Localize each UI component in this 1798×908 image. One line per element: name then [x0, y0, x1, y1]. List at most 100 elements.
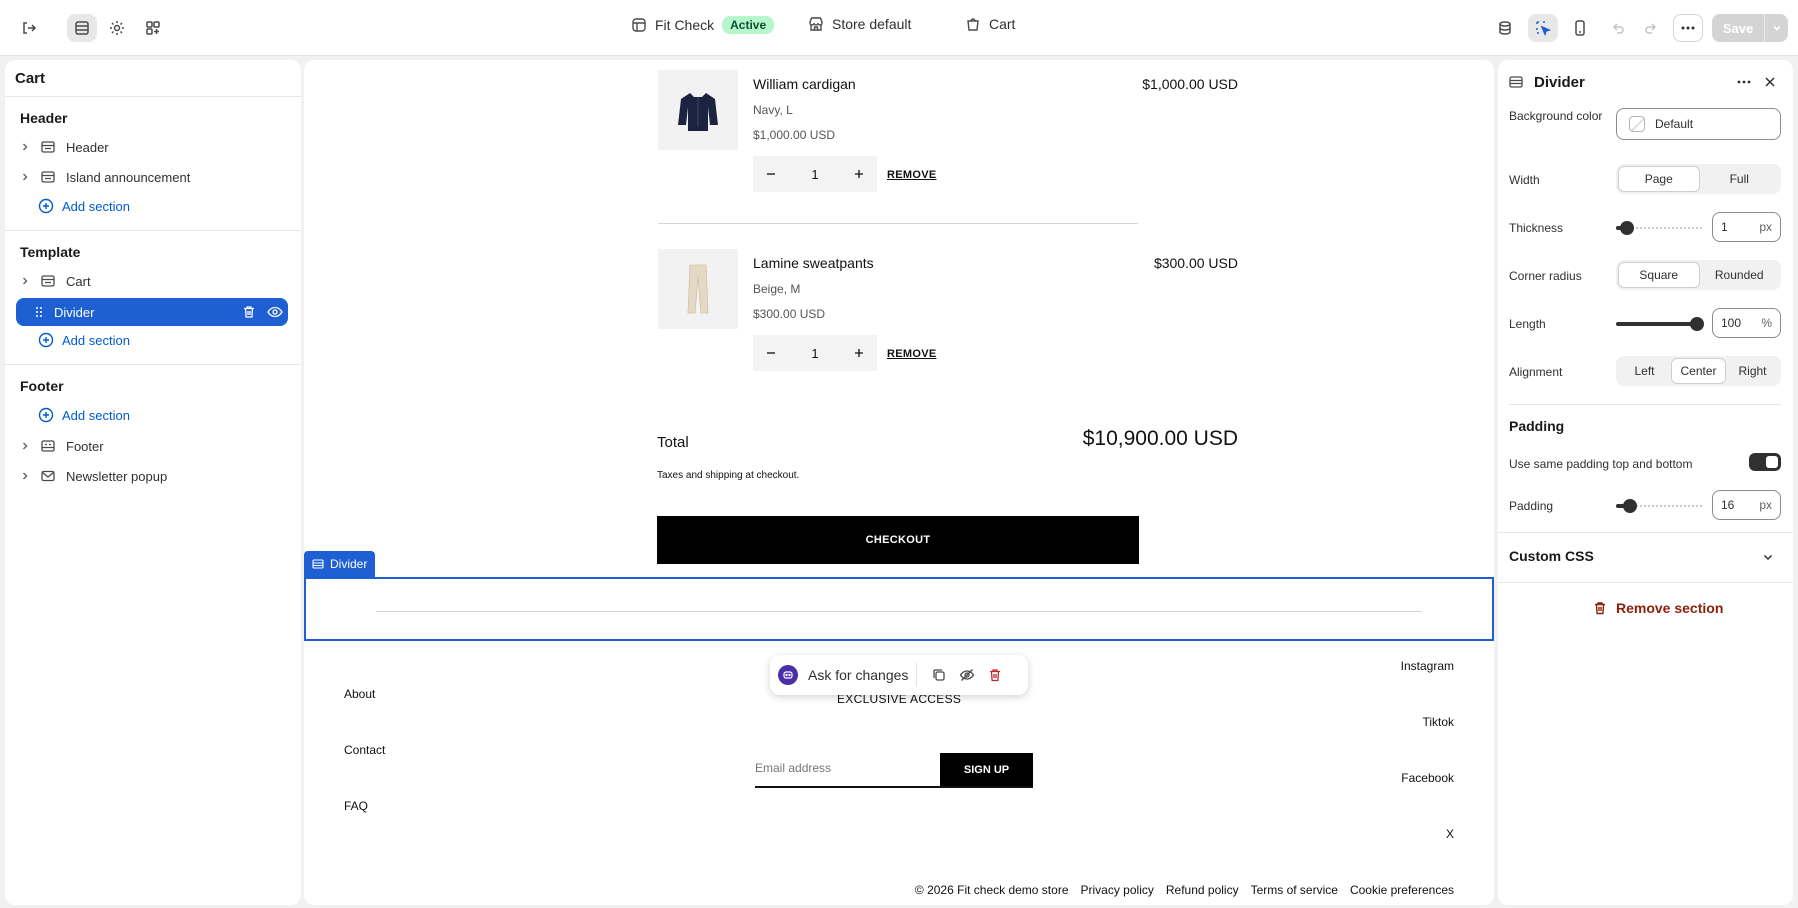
chevron-right-icon[interactable]	[16, 471, 34, 481]
policy-link-terms[interactable]: Terms of service	[1251, 883, 1338, 897]
alignment-option-center[interactable]: Center	[1671, 358, 1726, 384]
quantity-stepper: 1	[753, 156, 877, 192]
thickness-slider[interactable]	[1616, 218, 1704, 238]
mobile-preview-icon[interactable]	[1565, 14, 1595, 42]
remove-link[interactable]: REMOVE	[887, 348, 936, 360]
store-selector[interactable]: Store default	[808, 16, 911, 32]
chevron-down-icon[interactable]	[1761, 550, 1775, 564]
product-unit-price: $1,000.00 USD	[753, 128, 836, 142]
theme-selector[interactable]: Fit Check Active	[631, 16, 775, 34]
email-input[interactable]	[755, 753, 940, 783]
minus-icon[interactable]	[765, 168, 777, 180]
corner-option-rounded[interactable]: Rounded	[1700, 262, 1780, 288]
add-section-label: Add section	[62, 407, 130, 423]
plus-icon[interactable]	[853, 347, 865, 359]
social-link-facebook[interactable]: Facebook	[1401, 771, 1454, 785]
add-section-button[interactable]: Add section	[38, 198, 130, 214]
padding-slider[interactable]	[1616, 496, 1704, 516]
policy-link-privacy[interactable]: Privacy policy	[1081, 883, 1154, 897]
tree-item-header[interactable]: Header	[16, 134, 288, 160]
corner-radius-segmented-control: Square Rounded	[1616, 260, 1781, 290]
social-link-tiktok[interactable]: Tiktok	[1422, 715, 1454, 729]
remove-section-button[interactable]: Remove section	[1592, 600, 1723, 616]
length-input[interactable]: 100 %	[1712, 308, 1781, 338]
delete-trash-icon[interactable]	[981, 667, 1009, 683]
sections-icon[interactable]	[67, 14, 97, 42]
database-icon[interactable]	[1490, 14, 1520, 42]
theme-name: Fit Check	[655, 17, 715, 33]
width-option-full[interactable]: Full	[1700, 166, 1780, 192]
drag-handle-icon[interactable]	[30, 306, 48, 318]
social-link-x[interactable]: X	[1446, 827, 1454, 841]
padding-input[interactable]: 16 px	[1712, 490, 1781, 520]
redo-icon[interactable]	[1636, 14, 1666, 42]
divider-section-selection[interactable]	[304, 577, 1494, 641]
slider-handle[interactable]	[1690, 317, 1704, 331]
hide-eye-slash-icon[interactable]	[953, 667, 981, 683]
slider-handle[interactable]	[1619, 221, 1634, 235]
background-color-picker[interactable]: Default	[1616, 108, 1781, 140]
page-selector[interactable]: Cart	[965, 16, 1015, 32]
plus-icon[interactable]	[853, 168, 865, 180]
more-options-icon[interactable]	[1673, 14, 1703, 42]
alignment-option-right[interactable]: Right	[1726, 358, 1779, 384]
footer-link-faq[interactable]: FAQ	[344, 799, 368, 813]
group-title-template: Template	[20, 244, 81, 260]
thickness-input[interactable]: 1 px	[1712, 212, 1781, 242]
inspector-select-icon[interactable]	[1528, 14, 1558, 42]
close-icon[interactable]	[1757, 75, 1783, 89]
eye-icon[interactable]	[262, 305, 288, 319]
quantity-value[interactable]: 1	[811, 346, 818, 361]
tree-item-label: Newsletter popup	[66, 468, 168, 484]
remove-link[interactable]: REMOVE	[887, 169, 936, 181]
undo-icon[interactable]	[1603, 14, 1633, 42]
product-name[interactable]: Lamine sweatpants	[753, 255, 874, 271]
assistant-avatar-icon	[778, 665, 798, 685]
product-image-cardigan[interactable]	[658, 70, 738, 150]
color-swatch	[1629, 116, 1645, 132]
alignment-option-left[interactable]: Left	[1618, 358, 1671, 384]
add-section-button[interactable]: Add section	[38, 332, 130, 348]
custom-css-toggle[interactable]: Custom CSS	[1509, 548, 1594, 564]
trash-icon[interactable]	[236, 305, 262, 319]
same-padding-toggle[interactable]	[1749, 453, 1781, 471]
product-image-sweatpants[interactable]	[658, 249, 738, 329]
tree-item-divider-selected[interactable]: Divider	[16, 298, 288, 326]
group-title-header: Header	[20, 110, 68, 126]
product-name[interactable]: William cardigan	[753, 76, 856, 92]
quantity-value[interactable]: 1	[811, 167, 818, 182]
width-option-page[interactable]: Page	[1618, 166, 1700, 192]
tree-item-newsletter-popup[interactable]: Newsletter popup	[16, 463, 288, 489]
policy-link-refund[interactable]: Refund policy	[1166, 883, 1239, 897]
social-link-instagram[interactable]: Instagram	[1401, 659, 1454, 673]
checkout-button[interactable]: CHECKOUT	[657, 516, 1139, 564]
chevron-right-icon[interactable]	[16, 142, 34, 152]
sweatpants-icon	[687, 264, 709, 314]
chevron-right-icon[interactable]	[16, 276, 34, 286]
corner-option-square[interactable]: Square	[1618, 262, 1700, 288]
add-section-button[interactable]: Add section	[38, 407, 130, 423]
save-button[interactable]: Save	[1712, 14, 1788, 42]
chevron-right-icon[interactable]	[16, 441, 34, 451]
tree-item-cart[interactable]: Cart	[16, 268, 288, 294]
tree-item-island-announcement[interactable]: Island announcement	[16, 164, 288, 190]
slider-handle[interactable]	[1623, 499, 1638, 513]
alignment-label: Alignment	[1509, 365, 1563, 379]
page-label: Cart	[989, 16, 1016, 32]
policy-link-cookies[interactable]: Cookie preferences	[1350, 883, 1454, 897]
exit-icon[interactable]	[14, 14, 44, 42]
tree-item-footer[interactable]: Footer	[16, 433, 288, 459]
apps-icon[interactable]	[138, 14, 168, 42]
chevron-right-icon[interactable]	[16, 172, 34, 182]
more-options-icon[interactable]	[1731, 74, 1757, 90]
ask-for-changes-button[interactable]: Ask for changes	[808, 667, 908, 683]
settings-gear-icon[interactable]	[102, 14, 132, 42]
length-slider[interactable]	[1616, 314, 1704, 334]
duplicate-icon[interactable]	[925, 667, 953, 683]
minus-icon[interactable]	[765, 347, 777, 359]
selected-section-tag[interactable]: Divider	[304, 551, 376, 577]
footer-link-about[interactable]: About	[344, 687, 375, 701]
footer-link-contact[interactable]: Contact	[344, 743, 385, 757]
sign-up-button[interactable]: SIGN UP	[940, 753, 1033, 786]
chevron-down-icon[interactable]	[1765, 22, 1788, 34]
